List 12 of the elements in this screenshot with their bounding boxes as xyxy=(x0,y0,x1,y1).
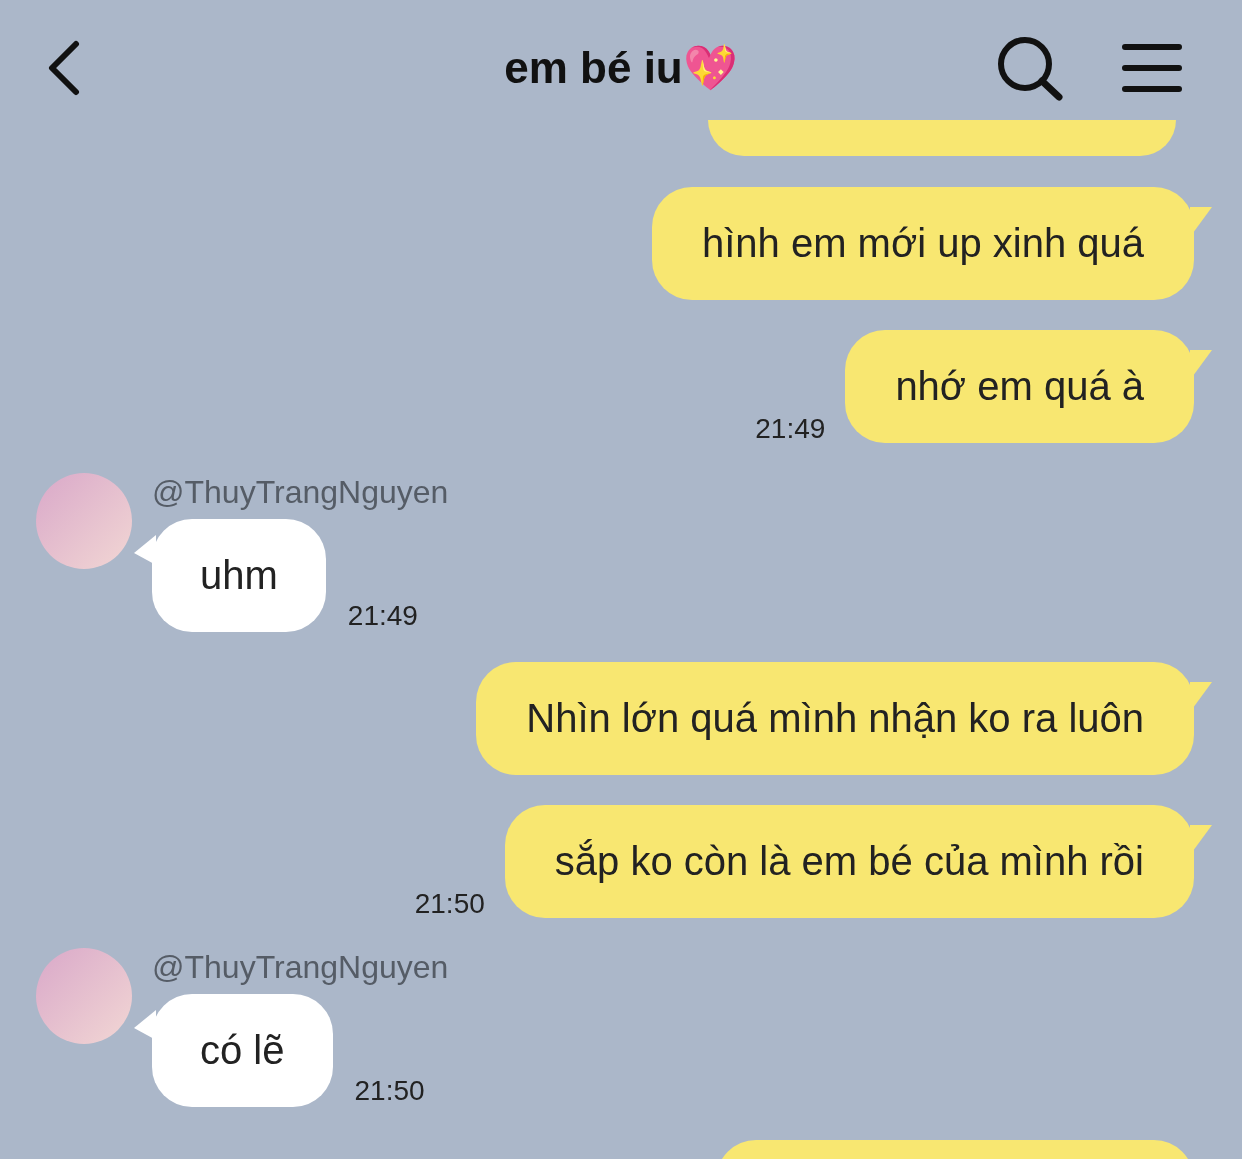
chat-title: em bé iu💖 xyxy=(504,42,738,94)
message-time: 21:49 xyxy=(347,602,418,630)
message-time: 21:49 xyxy=(755,415,826,443)
sender-name: @ThuyTrangNguyen xyxy=(152,473,449,511)
bubble-tail xyxy=(134,535,156,565)
message-time: 21:50 xyxy=(414,890,485,918)
message-time: 21:50 xyxy=(354,1077,425,1105)
sender-name: @ThuyTrangNguyen xyxy=(152,948,449,986)
bubble-tail xyxy=(134,1010,156,1040)
search-icon[interactable] xyxy=(996,35,1064,101)
back-icon[interactable] xyxy=(46,40,82,96)
menu-icon[interactable] xyxy=(1121,41,1183,95)
